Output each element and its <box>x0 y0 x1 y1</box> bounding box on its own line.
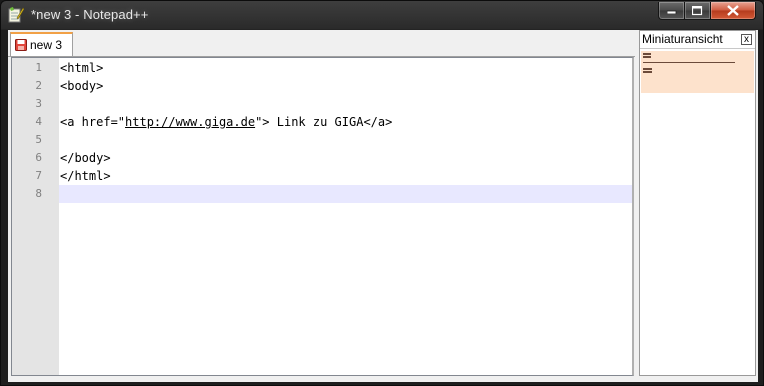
code-url-link[interactable]: http://www.giga.de <box>125 115 255 129</box>
line-text: </html> <box>60 169 111 183</box>
minimap-viewport[interactable] <box>641 51 754 93</box>
line-number: 8 <box>12 185 59 203</box>
code-text-after-url: "> Link zu GIGA</a> <box>255 115 393 129</box>
code-line[interactable]: 4 <a href="http://www.giga.de"> Link zu … <box>12 113 632 131</box>
minimap-line <box>643 53 651 55</box>
close-icon <box>727 5 739 16</box>
code-line[interactable]: 7 </html> <box>12 167 632 185</box>
line-text: <html> <box>60 61 104 75</box>
window-title: *new 3 - Notepad++ <box>31 7 149 22</box>
minimize-button[interactable] <box>658 2 685 20</box>
minimap-line <box>643 68 652 70</box>
panel-title: Miniaturansicht x <box>640 31 755 49</box>
code-line[interactable]: 1 <html> <box>12 59 632 77</box>
tab-label: new 3 <box>30 38 63 52</box>
panel-close-button[interactable]: x <box>741 34 752 45</box>
notepadpp-app-icon[interactable] <box>8 7 24 23</box>
code-line[interactable]: 5 <box>12 131 632 149</box>
close-button[interactable] <box>711 2 756 20</box>
line-number: 2 <box>35 79 42 92</box>
title-bar[interactable]: *new 3 - Notepad++ <box>1 1 763 29</box>
notepadpp-window: *new 3 - Notepad++ new 3 1 <html> 2 <bod… <box>0 0 764 386</box>
code-line[interactable]: 6 </body> <box>12 149 632 167</box>
panel-title-label: Miniaturansicht <box>642 32 723 46</box>
minimap-line <box>643 56 651 58</box>
code-text-before-url: <a href=" <box>60 115 126 129</box>
code-line[interactable]: 2 <body> <box>12 77 632 95</box>
line-number: 4 <box>35 115 42 128</box>
line-number: 5 <box>35 133 42 146</box>
minimap-line <box>643 62 735 63</box>
window-controls <box>658 2 756 21</box>
code-line[interactable]: 3 <box>12 95 632 113</box>
save-disk-red-icon <box>15 39 27 51</box>
code-editor[interactable]: 1 <html> 2 <body> 3 4 <a href="http://ww… <box>11 57 634 376</box>
minimize-icon <box>666 10 676 14</box>
maximize-icon <box>692 5 703 15</box>
minimap-line <box>643 71 652 73</box>
maximize-button[interactable] <box>685 2 711 20</box>
line-text: <a href="http://www.giga.de"> Link zu GI… <box>60 113 392 131</box>
tab-new-3[interactable]: new 3 <box>10 32 73 56</box>
line-number: 6 <box>35 151 42 164</box>
line-number: 7 <box>35 169 42 182</box>
client-area: new 3 1 <html> 2 <body> 3 4 <a href="htt… <box>8 30 758 382</box>
current-code-line[interactable]: 8 <box>12 185 632 203</box>
line-text: </body> <box>60 151 111 165</box>
line-number: 3 <box>35 97 42 110</box>
line-number: 1 <box>35 61 42 74</box>
line-text: <body> <box>60 79 104 93</box>
close-icon: x <box>744 34 749 45</box>
tab-bar: new 3 <box>8 30 635 57</box>
document-map-panel: Miniaturansicht x <box>639 30 756 376</box>
